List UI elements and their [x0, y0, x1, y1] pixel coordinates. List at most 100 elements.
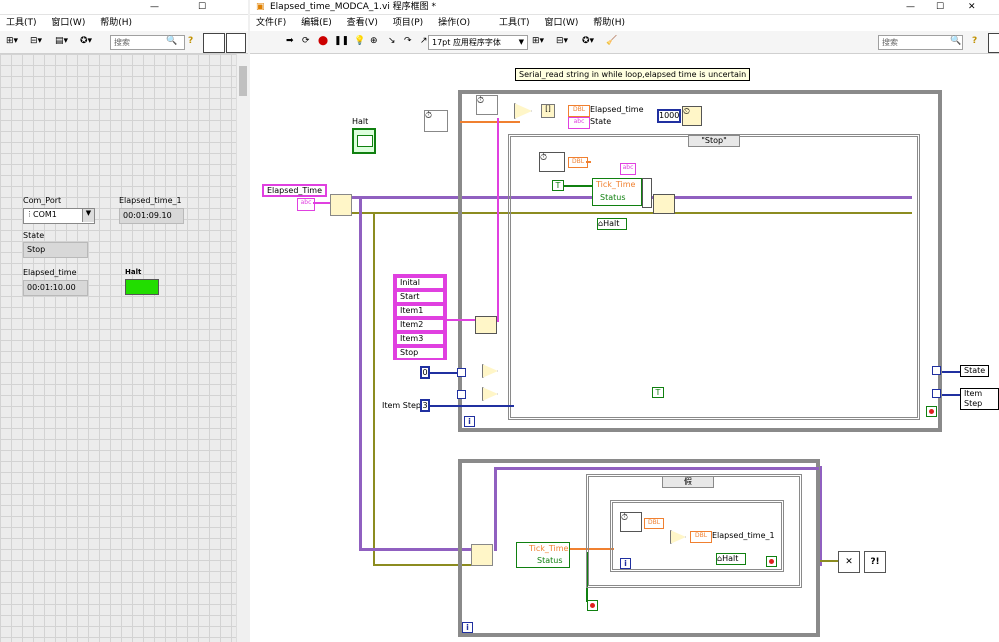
align-icon[interactable]: ⊞▾: [6, 36, 22, 48]
halt-ref-node[interactable]: ⌂Halt: [597, 218, 627, 230]
halt-led[interactable]: [125, 279, 159, 295]
error-handler-node[interactable]: ?!: [864, 551, 886, 573]
state-enum-array[interactable]: Inital Start Item1 Item2 Item3 Stop: [393, 274, 447, 360]
connector-pane-icon[interactable]: [203, 33, 225, 53]
reorder-icon[interactable]: ✪▾: [80, 36, 96, 48]
block-diagram-window: ▣ Elapsed_time_MODCA_1.vi 程序框图 * — ☐ ✕ 文…: [250, 0, 999, 642]
help-icon[interactable]: ?: [188, 36, 204, 48]
wire-error-down: [373, 214, 375, 566]
menu-edit[interactable]: 编辑(E): [301, 18, 332, 28]
run-icon[interactable]: ➡: [286, 36, 302, 48]
font-select[interactable]: 17pt 应用程序字体 ▼: [428, 35, 528, 50]
enum-item-inital[interactable]: Inital: [395, 276, 445, 290]
elapsed-time-express-icon[interactable]: ⏱: [476, 95, 498, 115]
minimize-icon[interactable]: —: [150, 0, 159, 14]
true-constant[interactable]: T: [552, 180, 564, 191]
index-array-node[interactable]: [475, 316, 497, 334]
front-panel-scrollbar[interactable]: [236, 54, 249, 642]
serial-read-node[interactable]: [653, 194, 675, 214]
chevron-down-icon[interactable]: ▼: [82, 209, 94, 222]
tick-count-icon-3[interactable]: ⏱: [620, 512, 642, 532]
abort-icon[interactable]: ⬤: [318, 36, 334, 48]
bundle-by-name[interactable]: Tick_Time Status: [592, 178, 642, 206]
enum-item-item2[interactable]: Item2: [395, 318, 445, 332]
pause-icon[interactable]: ❚❚: [334, 36, 350, 48]
wire-error-bottom: [373, 564, 471, 566]
state-local[interactable]: abc: [568, 117, 590, 129]
dbl-convert-2[interactable]: DBL: [644, 518, 664, 529]
wait-ms-node[interactable]: ⏲: [682, 106, 702, 126]
item-step-indicator[interactable]: Item Step: [960, 388, 999, 410]
case-selector-stop[interactable]: "Stop": [688, 135, 740, 147]
step-over-icon[interactable]: ↷: [404, 36, 420, 48]
help-icon[interactable]: ?: [972, 36, 988, 48]
enum-item-start[interactable]: Start: [395, 290, 445, 304]
shift-register-left-2[interactable]: [457, 390, 466, 399]
block-diagram-canvas: Serial_read string in while loop,elapsed…: [250, 54, 999, 642]
elapsed-time-cluster[interactable]: Elapsed_Time: [262, 184, 328, 197]
halt-terminal[interactable]: [352, 128, 376, 154]
menu-project[interactable]: 项目(P): [393, 18, 423, 28]
resize-icon[interactable]: ▤▾: [55, 36, 71, 48]
loop-condition-stop-icon[interactable]: [926, 406, 937, 417]
comment-note[interactable]: Serial_read string in while loop,elapsed…: [515, 68, 751, 81]
case-structure-state[interactable]: [508, 134, 920, 420]
run-continuous-icon[interactable]: ⟳: [302, 36, 318, 48]
enum-item-item3[interactable]: Item3: [395, 332, 445, 346]
state-indicator-local[interactable]: State: [960, 365, 990, 377]
flush-node[interactable]: [471, 544, 493, 566]
retain-wire-icon[interactable]: ⊕: [370, 36, 386, 48]
step-into-icon[interactable]: ↘: [388, 36, 404, 48]
distribute-icon[interactable]: ⊟▾: [30, 36, 46, 48]
menu-help[interactable]: 帮助(H): [593, 18, 625, 28]
highlight-execution-icon[interactable]: 💡: [354, 36, 370, 48]
search-icon[interactable]: 🔍: [950, 36, 966, 48]
com-port-control[interactable]: ⋮ COM1 ▼: [23, 208, 95, 224]
menu-window[interactable]: 窗口(W): [544, 18, 578, 28]
const-1000[interactable]: 1000: [657, 109, 681, 123]
case-selector-false[interactable]: 假: [662, 476, 714, 488]
bundle-by-name-2[interactable]: Tick_Time Status: [516, 542, 570, 568]
inner-loop-stop-icon[interactable]: [766, 556, 777, 567]
align-icon[interactable]: ⊞▾: [532, 36, 548, 48]
elapsed-time-local[interactable]: DBL: [568, 105, 590, 117]
const-3[interactable]: 3: [420, 399, 430, 412]
true-constant-2[interactable]: T: [652, 387, 664, 398]
dbl-convert[interactable]: DBL: [568, 157, 588, 168]
menu-operate[interactable]: 操作(O): [438, 18, 470, 28]
menu-help[interactable]: 帮助(H): [100, 18, 132, 28]
menu-file[interactable]: 文件(F): [256, 18, 286, 28]
cleanup-icon[interactable]: 🧹: [606, 36, 622, 48]
scroll-thumb[interactable]: [239, 66, 247, 96]
shift-register-left[interactable]: [457, 368, 466, 377]
menu-tools[interactable]: 工具(T): [6, 18, 37, 28]
enum-item-stop[interactable]: Stop: [395, 346, 445, 360]
reorder-icon[interactable]: ✪▾: [582, 36, 598, 48]
maximize-icon[interactable]: ☐: [198, 0, 206, 14]
enum-item-item1[interactable]: Item1: [395, 304, 445, 318]
minimize-icon[interactable]: —: [906, 0, 915, 14]
open-session-node[interactable]: [330, 194, 352, 216]
vi-icon[interactable]: [226, 33, 246, 53]
maximize-icon[interactable]: ☐: [936, 0, 944, 14]
close-icon[interactable]: ✕: [968, 0, 976, 14]
menu-tools[interactable]: 工具(T): [499, 18, 530, 28]
tick-count-icon[interactable]: ⏱: [424, 110, 448, 132]
shift-register-right-2[interactable]: [932, 389, 941, 398]
halt-ref-node-2[interactable]: ⌂Halt: [716, 553, 746, 565]
font-select-value: 17pt 应用程序字体: [432, 38, 501, 47]
to-double-node[interactable]: []: [541, 104, 555, 118]
vi-icon[interactable]: [988, 33, 999, 53]
elapsed-time-1-local[interactable]: DBL: [690, 531, 712, 543]
tick-count-icon-2[interactable]: ⏱: [539, 152, 565, 172]
distribute-icon[interactable]: ⊟▾: [556, 36, 572, 48]
loop-condition-stop-icon-2[interactable]: [587, 600, 598, 611]
menu-window[interactable]: 窗口(W): [51, 18, 85, 28]
shift-register-right[interactable]: [932, 366, 941, 375]
wire-error-close: [820, 560, 838, 562]
bundle-node[interactable]: [642, 178, 652, 208]
menu-view[interactable]: 查看(V): [347, 18, 378, 28]
search-icon[interactable]: 🔍: [166, 36, 182, 48]
close-session-node[interactable]: ✕: [838, 551, 860, 573]
const-0[interactable]: 0: [420, 366, 430, 379]
